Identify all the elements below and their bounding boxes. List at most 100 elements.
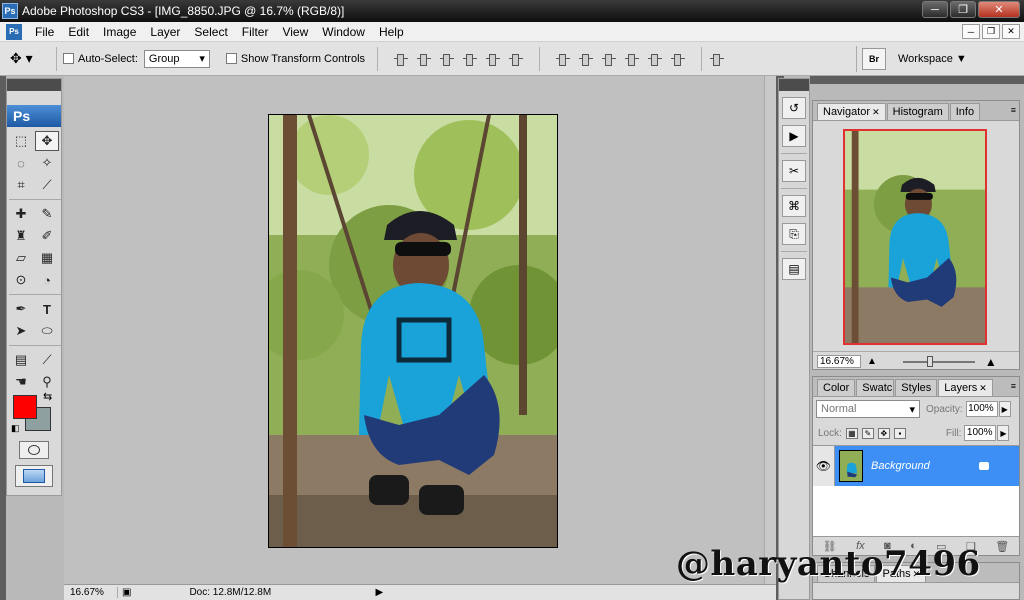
healing-brush-icon[interactable]: ✚ bbox=[9, 204, 33, 224]
crop-tool-icon[interactable]: ⌗ bbox=[9, 175, 33, 195]
minimize-button[interactable]: ─ bbox=[922, 1, 948, 18]
maximize-button[interactable]: ❐ bbox=[950, 1, 976, 18]
align-left-icon[interactable] bbox=[461, 52, 479, 66]
notes-tool-icon[interactable]: ▤ bbox=[9, 350, 33, 370]
status-menu-arrow-icon[interactable]: ▶ bbox=[375, 587, 385, 598]
distribute-left-icon[interactable] bbox=[623, 52, 641, 66]
auto-select-checkbox[interactable] bbox=[63, 53, 74, 64]
eye-icon[interactable]: 👁 bbox=[813, 446, 835, 486]
align-top-icon[interactable] bbox=[392, 52, 410, 66]
marquee-tool-icon[interactable]: ⬚ bbox=[9, 131, 33, 151]
zoom-in-icon[interactable]: ▲ bbox=[985, 355, 997, 369]
blur-tool-icon[interactable]: ⊙ bbox=[9, 270, 33, 290]
toolbox-header[interactable] bbox=[7, 79, 61, 91]
layer-name[interactable]: Background bbox=[871, 460, 971, 472]
fill-arrow-icon[interactable]: ▶ bbox=[997, 425, 1010, 441]
dodge-tool-icon[interactable]: ◔ bbox=[35, 270, 59, 290]
status-info-icon[interactable]: ▣ bbox=[122, 587, 131, 598]
panel-menu-icon[interactable]: ≡ bbox=[1011, 381, 1016, 391]
navigator-zoom-input[interactable]: 16.67% bbox=[817, 355, 861, 368]
document-image[interactable] bbox=[268, 114, 558, 548]
eyedropper-icon[interactable]: ⟋ bbox=[35, 350, 59, 370]
show-transform-checkbox[interactable] bbox=[225, 53, 237, 64]
distribute-right-icon[interactable] bbox=[669, 52, 687, 66]
tool-presets-icon[interactable]: ✂ bbox=[782, 160, 806, 182]
zoom-out-icon[interactable]: ▲ bbox=[867, 356, 877, 367]
distribute-bottom-icon[interactable] bbox=[600, 52, 618, 66]
menu-edit[interactable]: Edit bbox=[61, 22, 96, 42]
auto-select-dropdown[interactable]: Group ▾ bbox=[143, 49, 210, 68]
gradient-tool-icon[interactable]: ▦ bbox=[35, 248, 59, 268]
doc-restore-button[interactable]: ❐ bbox=[982, 24, 1000, 39]
history-brush-icon[interactable]: ✐ bbox=[35, 226, 59, 246]
menu-help[interactable]: Help bbox=[372, 22, 411, 42]
zoom-tool-icon[interactable]: ⚲ bbox=[35, 372, 59, 392]
magic-wand-icon[interactable]: ✧ bbox=[35, 153, 59, 173]
foreground-color-swatch[interactable] bbox=[13, 395, 37, 419]
menu-view[interactable]: View bbox=[275, 22, 315, 42]
eraser-tool-icon[interactable]: ▱ bbox=[9, 248, 33, 268]
tab-styles[interactable]: Styles bbox=[895, 379, 938, 396]
default-colors-icon[interactable]: ◧ bbox=[11, 423, 20, 434]
menu-select[interactable]: Select bbox=[187, 22, 234, 42]
clone-source-icon[interactable]: ⎘ bbox=[782, 223, 806, 245]
close-tab-icon[interactable]: ✕ bbox=[979, 383, 987, 393]
tab-histogram[interactable]: Histogram bbox=[886, 103, 949, 120]
vertical-scrollbar[interactable] bbox=[764, 76, 776, 584]
menu-file[interactable]: File bbox=[28, 22, 61, 42]
document-menu-icon[interactable]: Ps bbox=[6, 23, 22, 40]
tab-color[interactable]: Color bbox=[817, 379, 856, 396]
trash-icon[interactable]: 🗑 bbox=[995, 540, 1009, 553]
distribute-vcenter-icon[interactable] bbox=[577, 52, 595, 66]
lock-pixels-icon[interactable]: ✎ bbox=[861, 427, 874, 439]
slice-tool-icon[interactable]: ⟋ bbox=[35, 175, 59, 195]
lock-position-icon[interactable]: ✥ bbox=[877, 427, 890, 439]
panel-menu-icon[interactable]: ≡ bbox=[1011, 105, 1016, 115]
distribute-hcenter-icon[interactable] bbox=[646, 52, 664, 66]
brush-tool-icon[interactable]: ✎ bbox=[35, 204, 59, 224]
move-tool-icon[interactable]: ✥ bbox=[35, 131, 59, 151]
type-tool-icon[interactable]: T bbox=[35, 299, 59, 319]
tab-layers[interactable]: Layers ✕ bbox=[938, 379, 993, 396]
navigator-thumbnail[interactable] bbox=[843, 129, 987, 345]
actions-panel-icon[interactable]: ▶ bbox=[782, 125, 806, 147]
photoshop-logo[interactable]: Ps bbox=[7, 105, 61, 127]
hand-tool-icon[interactable]: ☚ bbox=[9, 372, 33, 392]
layer-comps-icon[interactable]: ▤ bbox=[782, 258, 806, 280]
photoshop-app-icon[interactable]: Ps bbox=[2, 3, 18, 19]
brushes-panel-icon[interactable]: ⌘ bbox=[782, 195, 806, 217]
ellipse-tool-icon[interactable]: ⬭ bbox=[35, 321, 59, 341]
close-tab-icon[interactable]: ✕ bbox=[872, 107, 880, 117]
dock-header[interactable] bbox=[779, 79, 809, 91]
lasso-tool-icon[interactable]: ◌ bbox=[9, 153, 33, 173]
swap-colors-icon[interactable]: ⇆ bbox=[43, 390, 52, 403]
doc-minimize-button[interactable]: ─ bbox=[962, 24, 980, 39]
opacity-input[interactable]: 100% bbox=[965, 401, 998, 417]
align-right-icon[interactable] bbox=[507, 52, 525, 66]
bridge-button[interactable]: Br bbox=[862, 48, 886, 70]
fill-input[interactable]: 100% bbox=[964, 425, 997, 441]
close-button[interactable]: ✕ bbox=[978, 1, 1020, 18]
workspace-menu[interactable]: Workspace ▼ bbox=[898, 42, 967, 76]
doc-close-button[interactable]: ✕ bbox=[1002, 24, 1020, 39]
tab-swatches[interactable]: Swatch bbox=[856, 379, 895, 396]
zoom-slider[interactable] bbox=[902, 355, 975, 367]
layer-thumbnail[interactable] bbox=[839, 450, 863, 482]
blend-mode-dropdown[interactable]: Normal ▾ bbox=[816, 400, 920, 418]
path-selection-icon[interactable]: ➤ bbox=[9, 321, 33, 341]
distribute-top-icon[interactable] bbox=[554, 52, 572, 66]
menu-image[interactable]: Image bbox=[96, 22, 143, 42]
move-tool-preset-icon[interactable]: ✥ ▾ bbox=[10, 46, 50, 72]
status-zoom[interactable]: 16.67% bbox=[64, 587, 118, 598]
tab-navigator[interactable]: Navigator ✕ bbox=[817, 103, 886, 120]
menu-window[interactable]: Window bbox=[315, 22, 372, 42]
align-bottom-icon[interactable] bbox=[438, 52, 456, 66]
screen-mode-button[interactable] bbox=[15, 465, 53, 487]
zoom-slider-thumb[interactable] bbox=[926, 355, 933, 367]
lock-all-icon[interactable]: ▪ bbox=[893, 427, 906, 439]
document-canvas-area[interactable] bbox=[64, 76, 776, 584]
quick-mask-button[interactable] bbox=[19, 441, 49, 459]
auto-align-icon[interactable] bbox=[708, 52, 726, 66]
menu-layer[interactable]: Layer bbox=[143, 22, 187, 42]
align-hcenter-icon[interactable] bbox=[484, 52, 502, 66]
